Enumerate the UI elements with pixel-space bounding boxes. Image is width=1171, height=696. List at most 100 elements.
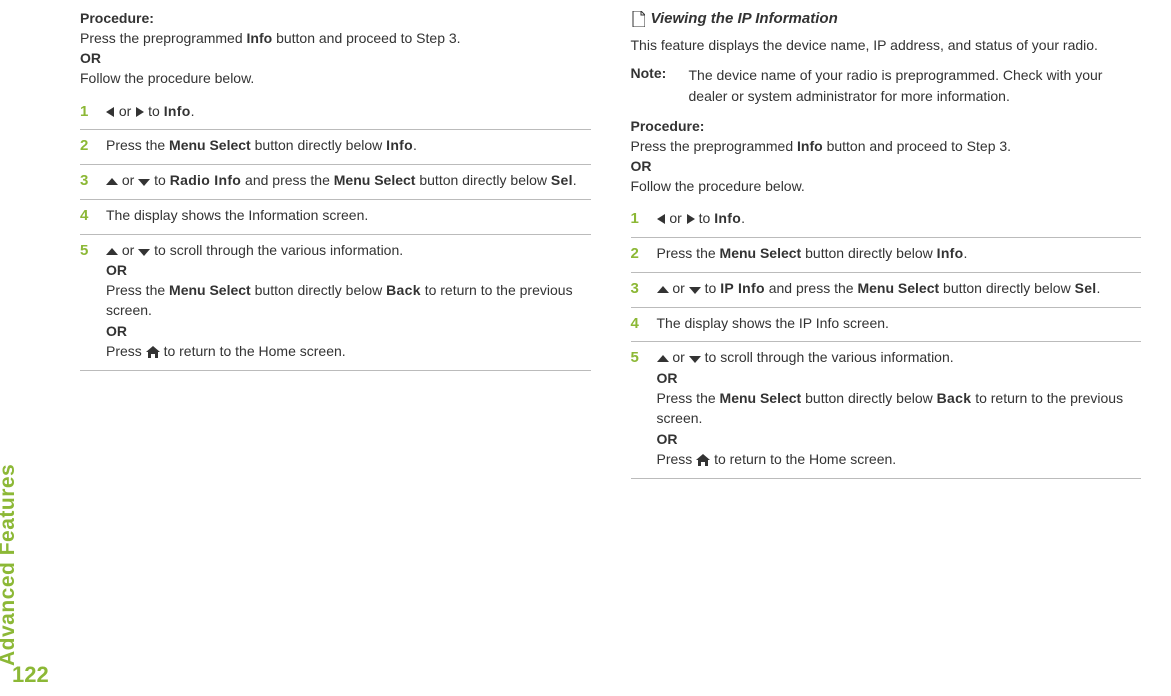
note-row: Note: The device name of your radio is p… bbox=[631, 65, 1142, 106]
step-number: 5 bbox=[80, 240, 96, 364]
text: . bbox=[964, 245, 968, 261]
text: or bbox=[118, 242, 138, 258]
text: button directly below bbox=[415, 172, 550, 188]
text: . bbox=[191, 103, 195, 119]
ui-term-info: Info bbox=[937, 245, 964, 261]
menu-select-ref: Menu Select bbox=[169, 137, 251, 153]
text: to bbox=[695, 210, 714, 226]
or-line: OR bbox=[80, 50, 591, 66]
info-button-ref: Info bbox=[797, 138, 823, 154]
ui-term-ip-info: IP Info bbox=[720, 280, 765, 296]
heading-text: Viewing the IP Information bbox=[651, 10, 838, 27]
text: button directly below bbox=[939, 280, 1074, 296]
menu-select-ref: Menu Select bbox=[720, 390, 802, 406]
ui-term-info: Info bbox=[386, 137, 413, 153]
text: button directly below bbox=[251, 282, 386, 298]
text: or bbox=[118, 172, 138, 188]
text: button and proceed to Step 3. bbox=[823, 138, 1011, 154]
step: 3 or to Radio Info and press the Menu Se… bbox=[80, 165, 591, 200]
steps-list: 1 or to Info. 2 Press the Menu Select bu… bbox=[631, 206, 1142, 479]
step-number: 4 bbox=[80, 205, 96, 227]
step: 4 The display shows the Information scre… bbox=[80, 200, 591, 235]
text: to bbox=[150, 172, 169, 188]
text: to scroll through the various informatio… bbox=[150, 242, 403, 258]
note-label: Note: bbox=[631, 65, 679, 106]
text: Press the bbox=[657, 390, 720, 406]
step-body: or to IP Info and press the Menu Select … bbox=[657, 278, 1142, 300]
step-number: 4 bbox=[631, 313, 647, 335]
text: or bbox=[666, 210, 686, 226]
text: to return to the Home screen. bbox=[160, 343, 346, 359]
section-title: Advanced Features bbox=[0, 464, 20, 666]
step-number: 2 bbox=[80, 135, 96, 157]
or-line: OR bbox=[657, 429, 1142, 449]
step-body: Press the Menu Select button directly be… bbox=[657, 243, 1142, 265]
menu-select-ref: Menu Select bbox=[857, 280, 939, 296]
ui-term-info: Info bbox=[714, 210, 741, 226]
left-column: Procedure: Press the preprogrammed Info … bbox=[80, 10, 591, 686]
step-body: or to Radio Info and press the Menu Sele… bbox=[106, 170, 591, 192]
step-number: 1 bbox=[631, 208, 647, 230]
step: 3 or to IP Info and press the Menu Selec… bbox=[631, 273, 1142, 308]
home-icon bbox=[146, 343, 160, 363]
page-container: Advanced Features 122 Procedure: Press t… bbox=[0, 0, 1171, 696]
step: 1 or to Info. bbox=[631, 206, 1142, 238]
procedure-intro2: Follow the procedure below. bbox=[80, 68, 591, 88]
up-arrow-icon bbox=[106, 248, 118, 255]
right-column: Viewing the IP Information This feature … bbox=[631, 10, 1142, 686]
left-arrow-icon bbox=[657, 214, 665, 224]
step: 2 Press the Menu Select button directly … bbox=[631, 238, 1142, 273]
menu-select-ref: Menu Select bbox=[334, 172, 416, 188]
or-line: OR bbox=[631, 158, 1142, 174]
step-body: or to Info. bbox=[657, 208, 1142, 230]
down-arrow-icon bbox=[689, 356, 701, 363]
text: Press the preprogrammed bbox=[631, 138, 798, 154]
home-icon bbox=[696, 451, 710, 471]
procedure-label: Procedure: bbox=[631, 118, 1142, 134]
up-arrow-icon bbox=[657, 355, 669, 362]
step-body: Press the Menu Select button directly be… bbox=[106, 135, 591, 157]
text: to bbox=[701, 280, 720, 296]
down-arrow-icon bbox=[138, 179, 150, 186]
ui-term-sel: Sel bbox=[1075, 280, 1097, 296]
document-icon bbox=[631, 11, 645, 27]
procedure-intro2: Follow the procedure below. bbox=[631, 176, 1142, 196]
ui-term-radio-info: Radio Info bbox=[170, 172, 241, 188]
step: 2 Press the Menu Select button directly … bbox=[80, 130, 591, 165]
info-button-ref: Info bbox=[247, 30, 273, 46]
step: 5 or to scroll through the various infor… bbox=[80, 235, 591, 372]
step-body: or to Info. bbox=[106, 101, 591, 123]
steps-list: 1 or to Info. 2 Press the Menu Select bu… bbox=[80, 99, 591, 372]
ui-term-sel: Sel bbox=[551, 172, 573, 188]
text: Press the preprogrammed bbox=[80, 30, 247, 46]
text: and press the bbox=[241, 172, 334, 188]
or-line: OR bbox=[106, 321, 591, 341]
text: button directly below bbox=[801, 245, 936, 261]
step-number: 3 bbox=[80, 170, 96, 192]
text: Press the bbox=[657, 245, 720, 261]
step-body: The display shows the IP Info screen. bbox=[657, 313, 1142, 335]
text: or bbox=[669, 280, 689, 296]
right-arrow-icon bbox=[687, 214, 695, 224]
text: . bbox=[1096, 280, 1100, 296]
or-line: OR bbox=[106, 260, 591, 280]
step: 1 or to Info. bbox=[80, 99, 591, 131]
section-heading: Viewing the IP Information bbox=[631, 10, 1142, 27]
procedure-intro: Press the preprogrammed Info button and … bbox=[631, 136, 1142, 156]
sidebar: Advanced Features 122 bbox=[0, 0, 60, 696]
step: 4 The display shows the IP Info screen. bbox=[631, 308, 1142, 343]
step-number: 3 bbox=[631, 278, 647, 300]
menu-select-ref: Menu Select bbox=[720, 245, 802, 261]
step-number: 1 bbox=[80, 101, 96, 123]
left-arrow-icon bbox=[106, 107, 114, 117]
text: to bbox=[144, 103, 163, 119]
text: Press bbox=[106, 343, 146, 359]
step-body: The display shows the Information screen… bbox=[106, 205, 591, 227]
ui-term-back: Back bbox=[386, 282, 421, 298]
text: . bbox=[741, 210, 745, 226]
text: or bbox=[115, 103, 135, 119]
step-number: 5 bbox=[631, 347, 647, 471]
text: to scroll through the various informatio… bbox=[701, 349, 954, 365]
text: button and proceed to Step 3. bbox=[272, 30, 460, 46]
up-arrow-icon bbox=[106, 178, 118, 185]
